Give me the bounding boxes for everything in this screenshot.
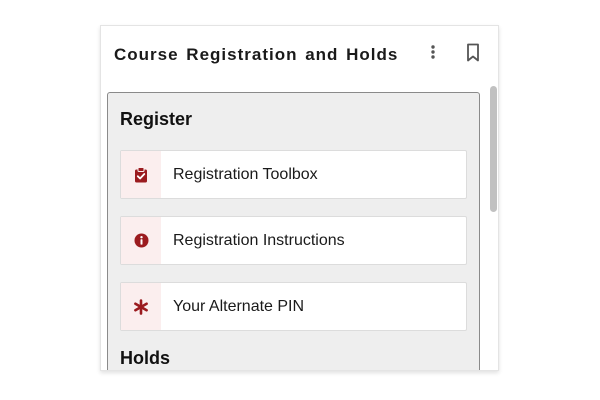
more-options-button[interactable] xyxy=(423,42,443,64)
bookmark-icon xyxy=(467,43,479,62)
clipboard-check-icon xyxy=(135,166,147,182)
alternate-pin-link[interactable]: Your Alternate PIN xyxy=(120,282,467,331)
scrollbar-thumb[interactable] xyxy=(490,86,497,212)
link-icon-container xyxy=(121,217,161,264)
link-label: Registration Instructions xyxy=(173,232,345,249)
holds-section-title: Holds xyxy=(120,348,171,368)
register-section-title: Register xyxy=(120,109,193,129)
card-title: Course Registration and Holds xyxy=(114,45,399,64)
link-icon-container xyxy=(121,283,161,330)
registration-instructions-link[interactable]: Registration Instructions xyxy=(120,216,467,265)
asterisk-icon xyxy=(134,298,148,315)
vertical-ellipsis-icon xyxy=(431,45,435,59)
card-content-panel: Register Registration Toolbox Registrati… xyxy=(107,92,480,370)
info-circle-icon xyxy=(134,233,148,248)
registration-toolbox-link[interactable]: Registration Toolbox xyxy=(120,150,467,199)
bookmark-button[interactable] xyxy=(463,42,483,64)
link-label: Registration Toolbox xyxy=(173,166,318,183)
link-label: Your Alternate PIN xyxy=(173,298,305,315)
card-header: Course Registration and Holds xyxy=(101,26,498,84)
link-icon-container xyxy=(121,151,161,198)
course-registration-card: Course Registration and Holds Register R… xyxy=(100,25,499,371)
